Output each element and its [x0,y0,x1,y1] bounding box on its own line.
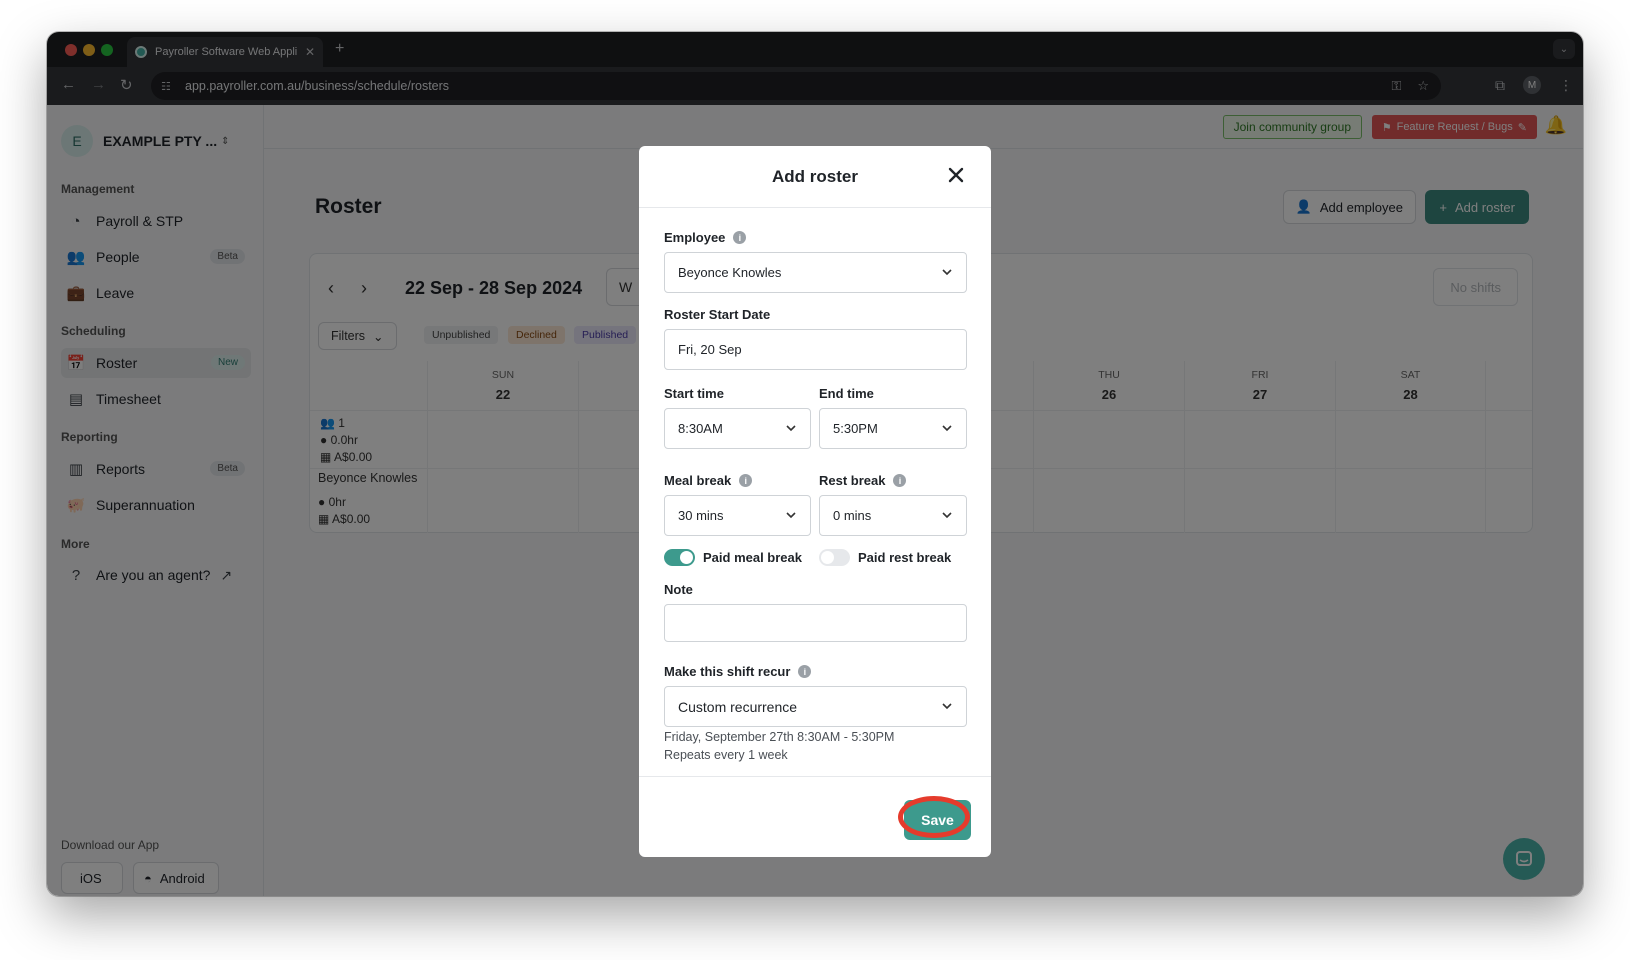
end-time-select[interactable]: 5:30PM [819,408,967,449]
recurrence-summary: Friday, September 27th 8:30AM - 5:30PM [664,730,894,744]
recurrence-value: Custom recurrence [678,699,797,715]
employee-select[interactable]: Beyonce Knowles [664,252,967,293]
start-time-label: Start time [664,386,724,401]
note-input[interactable] [664,604,967,642]
add-roster-modal: Add roster Employee i Beyonce Knowles Ro… [639,146,991,857]
paid-rest-break-label: Paid rest break [858,550,951,565]
chevron-down-icon [784,421,798,435]
modal-title: Add roster [639,167,991,187]
close-icon[interactable] [945,164,967,186]
paid-meal-break-label: Paid meal break [703,550,802,565]
chevron-down-icon [940,265,954,279]
recur-label-text: Make this shift recur [664,664,790,679]
start-date-label: Roster Start Date [664,307,770,322]
info-icon[interactable]: i [893,474,906,487]
rest-break-value: 0 mins [833,508,871,523]
chevron-down-icon [940,699,954,713]
end-time-value: 5:30PM [833,421,878,436]
browser-window: Payroller Software Web Appli ✕ + ⌄ ← → ↻… [47,32,1583,896]
end-time-label: End time [819,386,874,401]
start-date-value: Fri, 20 Sep [678,342,742,357]
meal-break-label-text: Meal break [664,473,731,488]
modal-header: Add roster [639,146,991,208]
info-icon[interactable]: i [798,665,811,678]
modal-footer-divider [639,776,991,777]
note-label: Note [664,582,693,597]
rest-break-select[interactable]: 0 mins [819,495,967,536]
employee-select-value: Beyonce Knowles [678,265,781,280]
employee-label-text: Employee [664,230,725,245]
toggle-knob [821,551,834,564]
meal-break-value: 30 mins [678,508,724,523]
meal-break-select[interactable]: 30 mins [664,495,811,536]
recur-label: Make this shift recur i [664,664,811,679]
paid-rest-break-toggle[interactable] [819,549,850,566]
chevron-down-icon [784,508,798,522]
info-icon[interactable]: i [739,474,752,487]
info-icon[interactable]: i [733,231,746,244]
start-time-select[interactable]: 8:30AM [664,408,811,449]
rest-break-label-text: Rest break [819,473,885,488]
paid-meal-break-toggle[interactable] [664,549,695,566]
start-date-input[interactable]: Fri, 20 Sep [664,329,967,370]
meal-break-label: Meal break i [664,473,752,488]
chevron-down-icon [940,508,954,522]
recurrence-repeat: Repeats every 1 week [664,748,788,762]
recurrence-select[interactable]: Custom recurrence [664,686,967,727]
chevron-down-icon [940,421,954,435]
toggle-knob [680,551,693,564]
start-time-value: 8:30AM [678,421,723,436]
rest-break-label: Rest break i [819,473,906,488]
employee-label: Employee i [664,230,746,245]
save-highlight-ring [898,796,970,838]
